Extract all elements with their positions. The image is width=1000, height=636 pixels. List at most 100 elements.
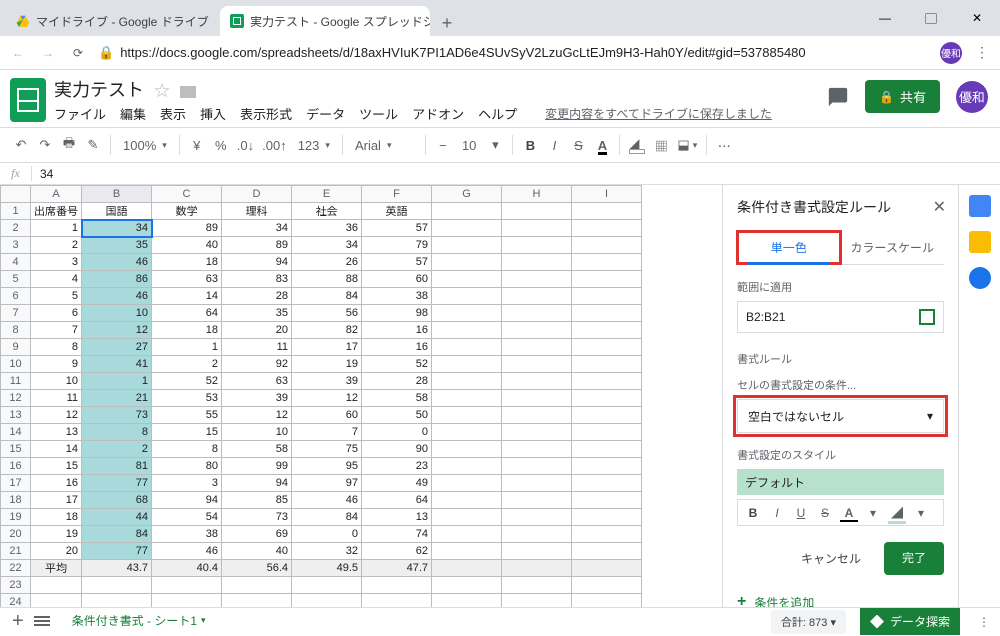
tab-single-color[interactable]: 単一色 [737, 231, 841, 264]
cell[interactable] [82, 577, 152, 594]
menu-view[interactable]: 表示 [160, 104, 186, 123]
cell[interactable]: 14 [152, 288, 222, 305]
cell[interactable]: 74 [362, 526, 432, 543]
cell[interactable]: 19 [31, 526, 82, 543]
cell[interactable]: 10 [222, 424, 292, 441]
row-header[interactable]: 6 [1, 288, 31, 305]
cell[interactable] [572, 458, 642, 475]
cell[interactable]: 2 [31, 237, 82, 254]
col-header[interactable]: E [292, 186, 362, 203]
cell[interactable] [572, 356, 642, 373]
cell[interactable] [502, 475, 572, 492]
cancel-button[interactable]: キャンセル [788, 542, 874, 575]
cell[interactable]: 49.5 [292, 560, 362, 577]
row-header[interactable]: 3 [1, 237, 31, 254]
style-bold-button[interactable]: B [744, 506, 762, 520]
cell[interactable]: 16 [31, 475, 82, 492]
cell[interactable]: 12 [31, 407, 82, 424]
row-header[interactable]: 9 [1, 339, 31, 356]
row-header[interactable]: 20 [1, 526, 31, 543]
cell[interactable]: 6 [31, 305, 82, 322]
cell[interactable]: 20 [222, 322, 292, 339]
comments-button[interactable] [827, 86, 849, 108]
cell[interactable] [31, 594, 82, 608]
cell[interactable]: 80 [152, 458, 222, 475]
row-header[interactable]: 5 [1, 271, 31, 288]
cell[interactable]: 77 [82, 475, 152, 492]
cell[interactable] [502, 356, 572, 373]
cell[interactable] [432, 288, 502, 305]
close-panel-button[interactable]: ✕ [933, 197, 946, 217]
cell[interactable]: 83 [222, 271, 292, 288]
cell[interactable]: 53 [152, 390, 222, 407]
cell[interactable]: 20 [31, 543, 82, 560]
cell[interactable]: 68 [82, 492, 152, 509]
row-header[interactable]: 24 [1, 594, 31, 608]
cell[interactable]: 理科 [222, 203, 292, 220]
cell[interactable]: 27 [82, 339, 152, 356]
number-format-dropdown[interactable]: 123 [292, 138, 336, 153]
cell[interactable] [432, 390, 502, 407]
cell[interactable] [502, 322, 572, 339]
cell[interactable] [82, 594, 152, 608]
cell[interactable] [502, 458, 572, 475]
cell[interactable]: 94 [222, 254, 292, 271]
profile-avatar[interactable]: 優和 [940, 42, 962, 64]
cell[interactable]: 2 [152, 356, 222, 373]
cell[interactable]: 26 [292, 254, 362, 271]
font-size-increase[interactable]: ▾ [484, 133, 506, 157]
cell[interactable]: 23 [362, 458, 432, 475]
cell[interactable]: 15 [31, 458, 82, 475]
cell[interactable]: 3 [152, 475, 222, 492]
cell[interactable]: 60 [292, 407, 362, 424]
cell[interactable]: 40 [152, 237, 222, 254]
cell[interactable]: 38 [362, 288, 432, 305]
account-avatar[interactable]: 優和 [956, 81, 988, 113]
cell[interactable]: 34 [222, 220, 292, 237]
close-window-button[interactable]: ✕ [954, 0, 1000, 36]
cell[interactable]: 4 [31, 271, 82, 288]
star-icon[interactable]: ☆ [154, 77, 170, 101]
cell[interactable] [432, 424, 502, 441]
cell[interactable]: 数学 [152, 203, 222, 220]
cell[interactable]: 12 [222, 407, 292, 424]
cell[interactable] [31, 577, 82, 594]
cell[interactable]: 10 [31, 373, 82, 390]
cell[interactable]: 77 [82, 543, 152, 560]
cell[interactable]: 49 [362, 475, 432, 492]
cell[interactable] [572, 543, 642, 560]
cell[interactable] [502, 305, 572, 322]
formula-input[interactable]: 34 [32, 167, 53, 181]
condition-dropdown[interactable]: 空白ではないセル ▾ [737, 399, 944, 433]
cell[interactable] [502, 509, 572, 526]
cell[interactable]: 10 [82, 305, 152, 322]
side-rail-toggle[interactable]: ⋮ [974, 615, 994, 629]
cell[interactable]: 94 [222, 475, 292, 492]
keep-addon-icon[interactable] [969, 231, 991, 253]
cell[interactable]: 1 [82, 373, 152, 390]
cell[interactable]: 44 [82, 509, 152, 526]
menu-help[interactable]: ヘルプ [478, 104, 517, 123]
cell[interactable]: 平均 [31, 560, 82, 577]
back-button[interactable]: ← [8, 43, 28, 63]
cell[interactable]: 18 [152, 254, 222, 271]
new-tab-button[interactable]: + [434, 10, 460, 36]
cell[interactable] [572, 288, 642, 305]
cell[interactable]: 35 [222, 305, 292, 322]
cell[interactable] [432, 509, 502, 526]
cell[interactable] [502, 237, 572, 254]
cell[interactable] [572, 220, 642, 237]
cell[interactable]: 16 [362, 339, 432, 356]
col-header[interactable]: C [152, 186, 222, 203]
close-icon[interactable]: × [215, 13, 216, 29]
cell[interactable]: 54 [152, 509, 222, 526]
cell[interactable] [432, 271, 502, 288]
cell[interactable] [432, 203, 502, 220]
cell[interactable] [502, 271, 572, 288]
print-button[interactable]: 🖶 [58, 133, 80, 157]
reload-button[interactable]: ⟳ [68, 43, 88, 63]
all-sheets-button[interactable] [34, 616, 50, 628]
cell[interactable]: 52 [152, 373, 222, 390]
cell[interactable]: 21 [82, 390, 152, 407]
row-header[interactable]: 8 [1, 322, 31, 339]
